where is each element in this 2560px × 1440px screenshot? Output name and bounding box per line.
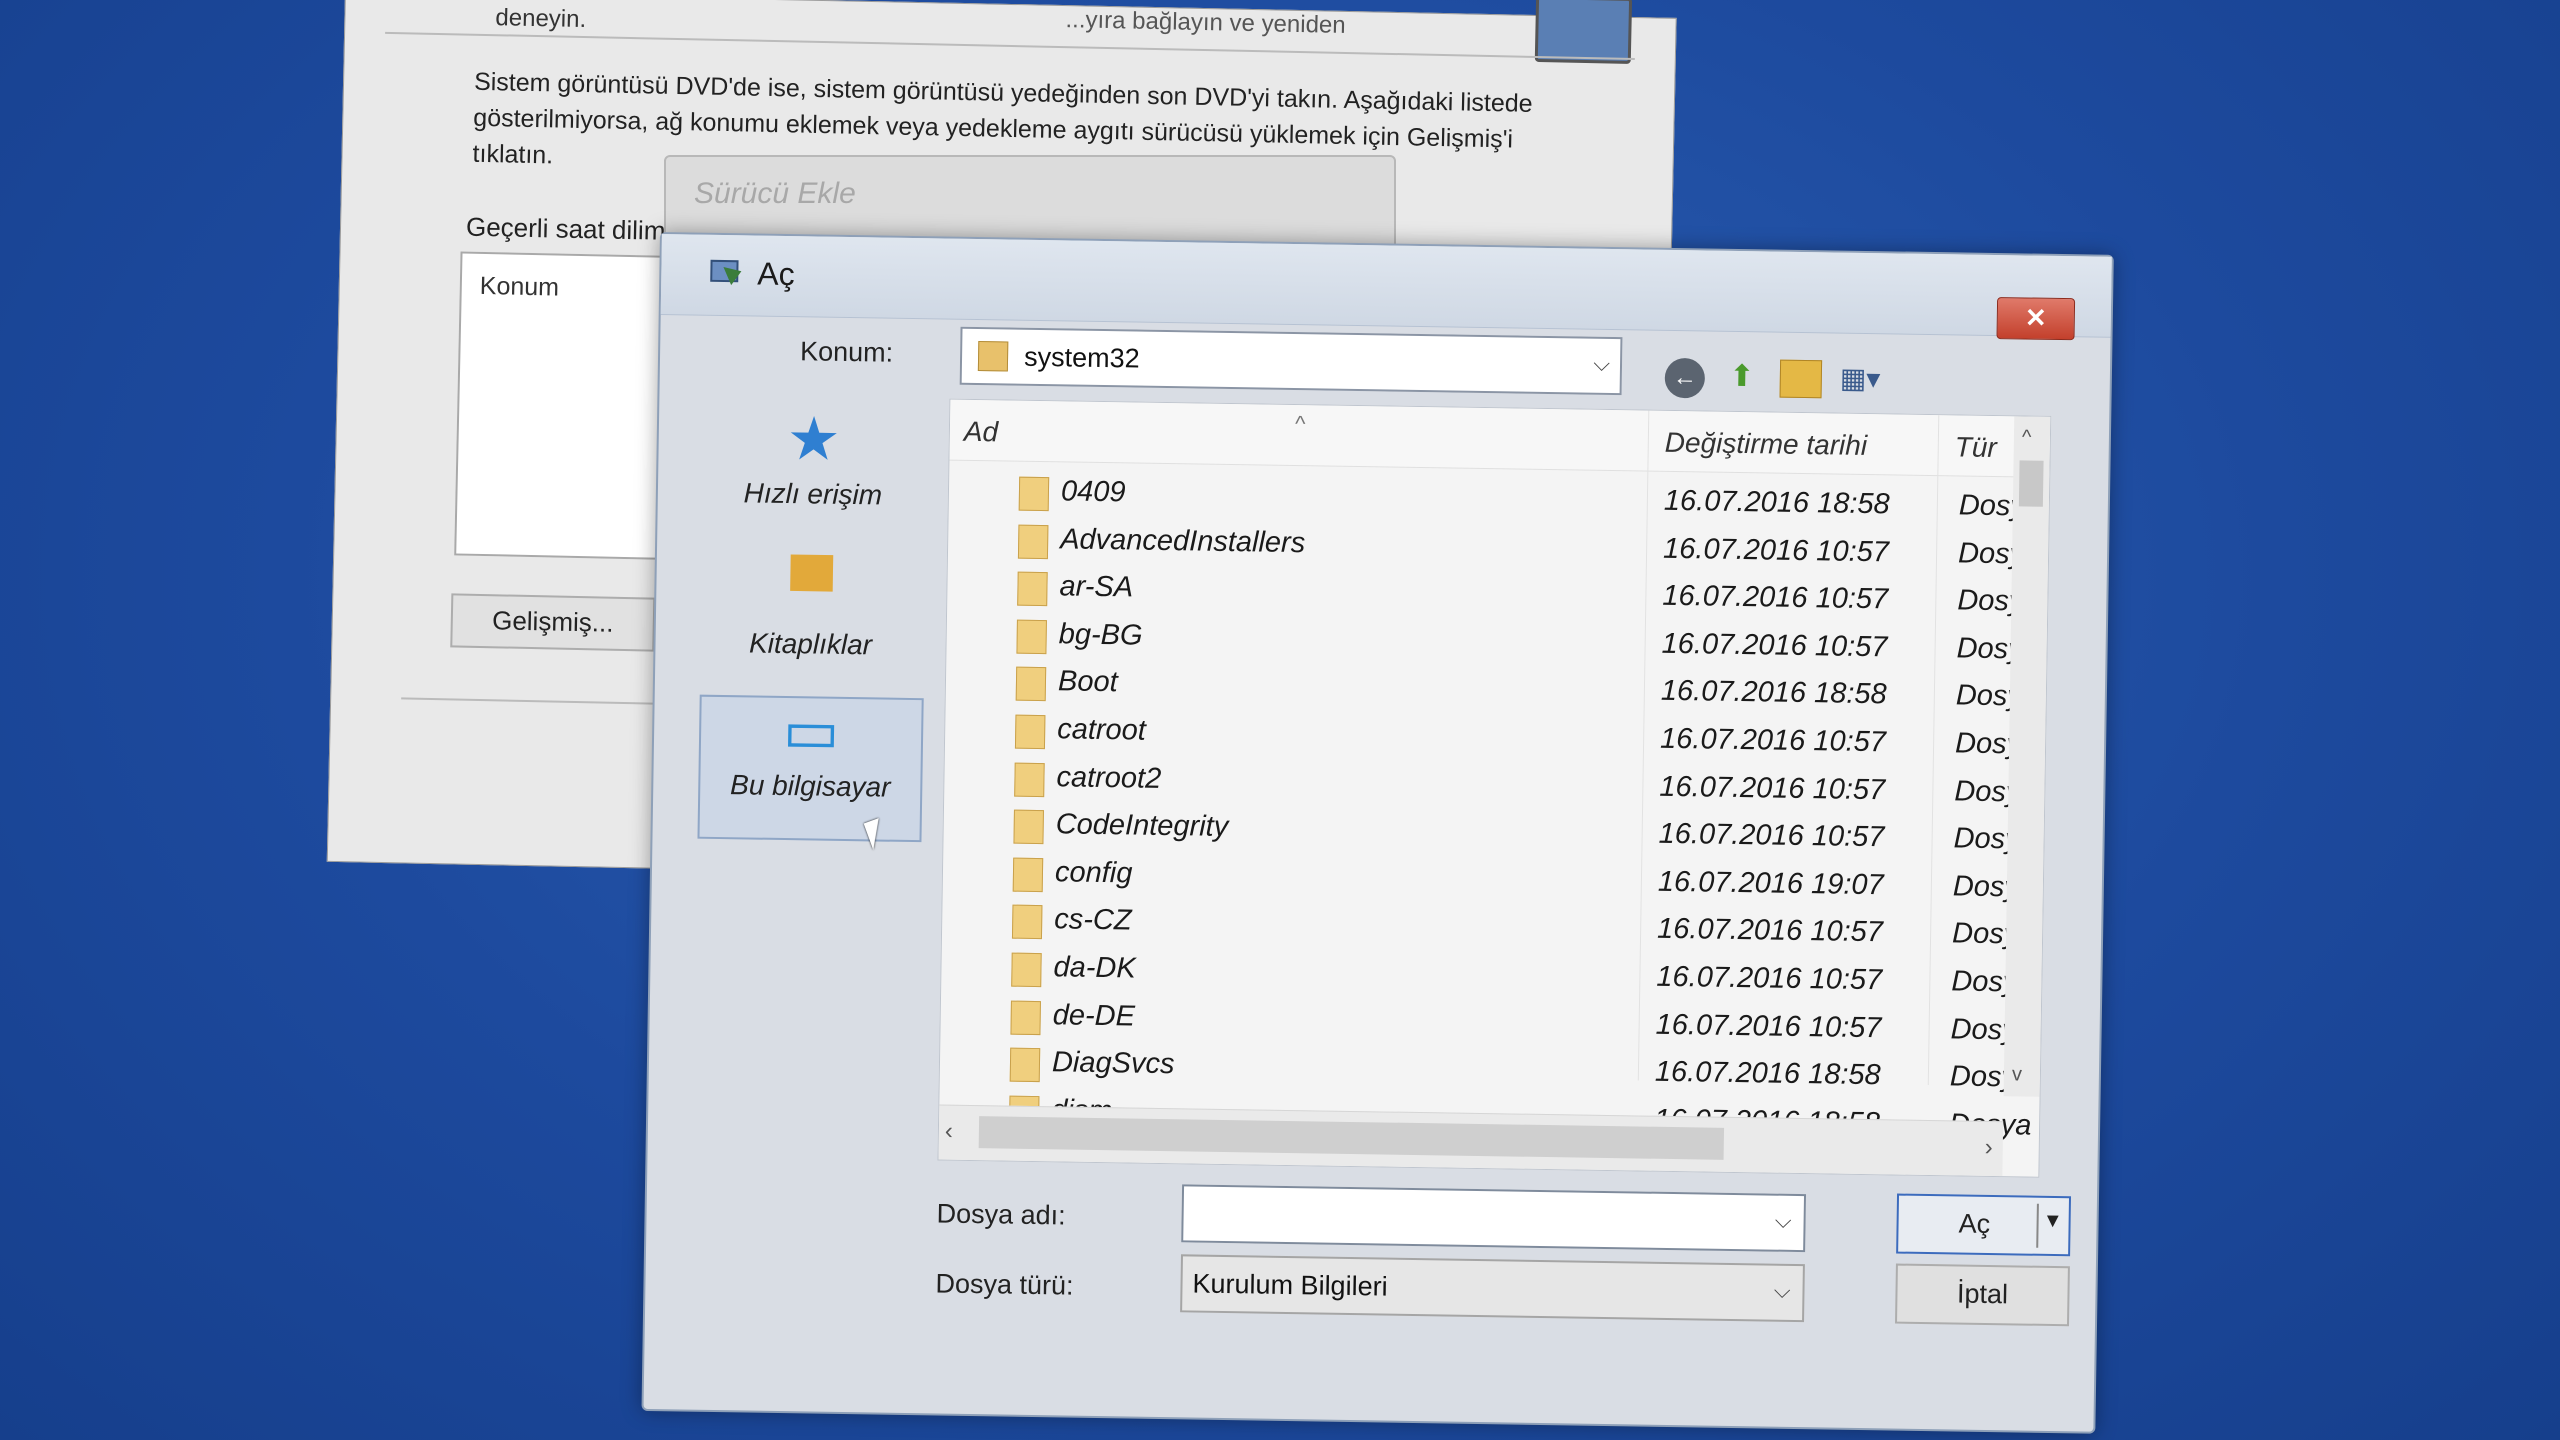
open-button[interactable]: Aç ▼ bbox=[1896, 1193, 2072, 1257]
filename-field[interactable]: ⌵ bbox=[1181, 1184, 1807, 1253]
file-name: AdvancedInstallers bbox=[1059, 522, 1306, 559]
file-date: 16.07.2016 10:57 bbox=[1661, 627, 1888, 664]
file-name: CodeIntegrity bbox=[1055, 808, 1229, 844]
up-folder-icon[interactable]: ⬆ bbox=[1720, 355, 1765, 400]
filename-label: Dosya adı: bbox=[936, 1198, 1066, 1231]
filename-input[interactable] bbox=[1183, 1186, 1757, 1248]
advanced-button[interactable]: Gelişmiş... bbox=[450, 593, 656, 652]
place-quick-access[interactable]: ★ Hızlı erişim bbox=[703, 405, 925, 512]
computer-icon: ▭ bbox=[782, 696, 841, 765]
column-header-row: Ad ^ Değiştirme tarihi Tür bbox=[949, 399, 2051, 478]
open-button-label: Aç bbox=[1958, 1208, 1991, 1240]
place-libraries[interactable]: ▀ Kitaplıklar bbox=[700, 555, 922, 662]
folder-icon bbox=[977, 341, 1009, 372]
file-name: catroot bbox=[1056, 713, 1147, 747]
file-date: 16.07.2016 19:07 bbox=[1657, 865, 1884, 902]
location-list-header: Konum bbox=[479, 271, 560, 302]
monitor-icon bbox=[1534, 0, 1633, 64]
wizard-top-right-text: ...yıra bağlayın ve yeniden bbox=[1065, 6, 1346, 39]
places-bar: ★ Hızlı erişim ▀ Kitaplıklar ▭ Bu bilgis… bbox=[693, 395, 924, 1118]
folder-icon bbox=[1014, 762, 1045, 797]
file-date: 16.07.2016 10:57 bbox=[1662, 532, 1890, 568]
folder-icon bbox=[1018, 476, 1050, 512]
file-date: 16.07.2016 10:57 bbox=[1656, 960, 1883, 997]
star-icon: ★ bbox=[786, 405, 842, 473]
file-name: DiagSvcs bbox=[1051, 1046, 1175, 1081]
place-label: Kitaplıklar bbox=[748, 627, 873, 661]
dialog-title: Aç bbox=[757, 255, 795, 293]
chevron-down-icon[interactable]: ⌵ bbox=[1775, 1208, 1792, 1234]
cancel-button[interactable]: İptal bbox=[1895, 1263, 2070, 1327]
app-icon bbox=[710, 259, 742, 286]
filetype-value: Kurulum Bilgileri bbox=[1192, 1268, 1388, 1302]
filetype-label: Dosya türü: bbox=[935, 1268, 1074, 1301]
place-label: Bu bilgisayar bbox=[729, 769, 891, 803]
folder-icon bbox=[1009, 1047, 1041, 1083]
chevron-down-icon[interactable]: ⌵ bbox=[1593, 351, 1610, 377]
location-value: system32 bbox=[1023, 341, 1140, 374]
location-label: Konum: bbox=[799, 336, 894, 368]
file-date: 16.07.2016 10:57 bbox=[1662, 579, 1889, 616]
add-driver-title: Sürücü Ekle bbox=[694, 177, 856, 210]
folder-icon bbox=[1014, 714, 1046, 750]
chevron-down-icon[interactable]: v bbox=[2012, 1063, 2022, 1086]
file-name: de-DE bbox=[1052, 998, 1136, 1033]
folder-icon bbox=[1013, 809, 1044, 845]
file-name: config bbox=[1054, 856, 1133, 890]
place-this-pc[interactable]: ▭ Bu bilgisayar bbox=[697, 694, 924, 843]
scroll-thumb[interactable] bbox=[2018, 460, 2044, 507]
file-date: 16.07.2016 10:57 bbox=[1655, 1008, 1882, 1044]
chevron-up-icon[interactable]: ^ bbox=[2022, 426, 2032, 449]
file-name: cs-CZ bbox=[1053, 903, 1132, 937]
file-date: 16.07.2016 10:57 bbox=[1659, 770, 1886, 806]
back-icon[interactable]: ← bbox=[1664, 357, 1706, 399]
new-folder-icon[interactable] bbox=[1779, 359, 1823, 399]
folder-icon bbox=[1017, 524, 1049, 559]
folder-icon bbox=[1011, 904, 1043, 940]
file-name: da-DK bbox=[1053, 951, 1136, 985]
divider bbox=[2036, 1203, 2039, 1248]
folder-icon bbox=[1016, 619, 1047, 654]
library-icon: ▀ bbox=[789, 555, 834, 623]
file-date: 16.07.2016 10:57 bbox=[1658, 817, 1885, 854]
file-name: Boot bbox=[1057, 665, 1118, 699]
sort-ascending-icon: ^ bbox=[1294, 411, 1306, 437]
location-combobox[interactable]: system32 ⌵ bbox=[959, 326, 1623, 396]
chevron-right-icon[interactable]: › bbox=[1985, 1134, 1993, 1162]
file-name: catroot2 bbox=[1056, 760, 1162, 795]
folder-icon bbox=[1011, 952, 1042, 988]
file-list[interactable]: Ad ^ Değiştirme tarihi Tür 0409 16.07.201… bbox=[937, 398, 2052, 1178]
dropdown-arrow-icon[interactable]: ▼ bbox=[2043, 1210, 2063, 1233]
file-date: 16.07.2016 10:57 bbox=[1656, 913, 1884, 949]
file-name: ar-SA bbox=[1059, 570, 1134, 604]
dialog-titlebar[interactable]: Aç ✕ bbox=[660, 234, 2112, 341]
view-menu-icon[interactable]: ▦▾ bbox=[1840, 359, 1901, 400]
folder-icon bbox=[1015, 667, 1047, 702]
chevron-left-icon[interactable]: ‹ bbox=[945, 1118, 953, 1146]
column-header-date[interactable]: Değiştirme tarihi bbox=[1665, 427, 1868, 462]
file-date: 16.07.2016 10:57 bbox=[1659, 722, 1887, 759]
open-file-dialog: Aç ✕ Konum: system32 ⌵ ← ⬆ ▦▾ ★ Hızlı er… bbox=[641, 232, 2114, 1434]
place-label: Hızlı erişim bbox=[743, 477, 883, 511]
file-rows: 0409 16.07.2016 18:58 Dosya AdvancedInstal… bbox=[939, 468, 2049, 1152]
divider bbox=[385, 31, 1635, 61]
file-name: bg-BG bbox=[1058, 618, 1143, 652]
file-date: 16.07.2016 18:58 bbox=[1663, 484, 1890, 521]
close-button[interactable]: ✕ bbox=[1996, 297, 2076, 341]
scroll-thumb[interactable] bbox=[978, 1116, 1725, 1160]
timezone-label: Geçerli saat dilimi bbox=[465, 211, 672, 246]
file-name: 0409 bbox=[1060, 475, 1126, 509]
file-date: 16.07.2016 18:58 bbox=[1660, 675, 1887, 711]
folder-icon bbox=[1012, 857, 1044, 892]
chevron-down-icon[interactable]: ⌵ bbox=[1774, 1278, 1791, 1304]
column-header-type[interactable]: Tür bbox=[1955, 431, 1997, 464]
column-header-name[interactable]: Ad bbox=[964, 416, 999, 449]
folder-icon bbox=[1017, 571, 1048, 607]
filetype-select[interactable]: Kurulum Bilgileri ⌵ bbox=[1180, 1254, 1805, 1323]
wizard-top-text: deneyin. bbox=[495, 4, 587, 34]
folder-icon bbox=[1010, 1000, 1041, 1035]
file-date: 16.07.2016 18:58 bbox=[1654, 1055, 1881, 1092]
